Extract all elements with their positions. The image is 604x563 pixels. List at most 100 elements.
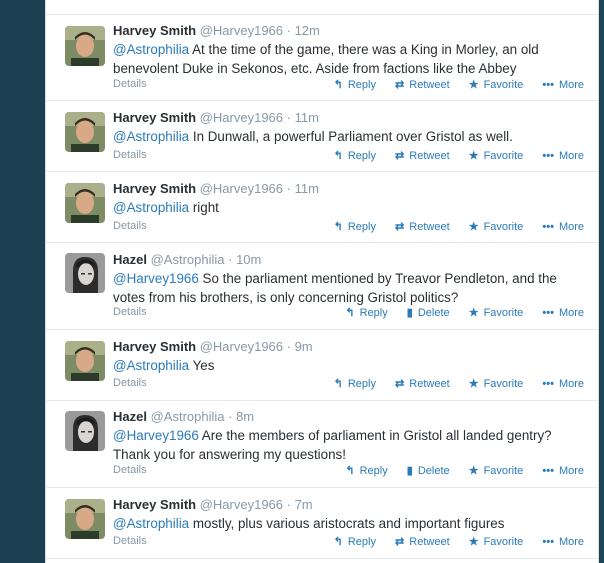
author-name[interactable]: Hazel	[113, 409, 147, 424]
favorite-button[interactable]: ★ Favorite	[469, 149, 524, 162]
avatar[interactable]	[65, 112, 105, 152]
tweet[interactable]: Hazel @Astrophilia · 8m @Harvey1966 Are …	[46, 401, 598, 488]
tweet-header: Harvey Smith @Harvey1966 · 7m	[113, 497, 586, 513]
reply-button[interactable]: ↰ Reply	[334, 377, 376, 390]
reply-arrow-icon: ↰	[333, 221, 343, 233]
author-handle[interactable]: @Harvey1966	[200, 110, 283, 125]
favorite-button[interactable]: ★ Favorite	[469, 220, 524, 233]
details-link[interactable]: Details	[113, 306, 147, 318]
avatar[interactable]	[65, 253, 105, 293]
author-name[interactable]: Harvey Smith	[113, 497, 196, 512]
mention-link[interactable]: @Astrophilia	[113, 516, 189, 531]
more-button[interactable]: ••• More	[542, 307, 584, 319]
details-link[interactable]: Details	[113, 377, 147, 389]
mention-link[interactable]: @Astrophilia	[113, 129, 189, 144]
author-name[interactable]: Harvey Smith	[113, 181, 196, 196]
tweet-actions: ↰ Reply ⇄ Retweet ★ Favorite ••• More	[318, 377, 584, 390]
more-button[interactable]: ••• More	[542, 465, 584, 477]
tweet[interactable]: Harvey Smith @Harvey1966 · 9m @Astrophil…	[46, 330, 598, 401]
tweet[interactable]: Harvey Smith @Harvey1966 · 7m @Astrophil…	[46, 488, 598, 559]
more-button[interactable]: ••• More	[542, 221, 584, 233]
avatar[interactable]	[65, 499, 105, 539]
timestamp[interactable]: · 11m	[287, 110, 319, 125]
author-handle[interactable]: @Harvey1966	[200, 497, 283, 512]
avatar[interactable]	[65, 341, 105, 381]
retweet-icon: ⇄	[395, 536, 405, 548]
avatar-harvey-image	[65, 183, 105, 223]
tweet-actions: ↰ Reply ⇄ Retweet ★ Favorite ••• More	[318, 220, 584, 233]
mention-link[interactable]: @Harvey1966	[113, 428, 199, 443]
avatar[interactable]	[65, 26, 105, 66]
tweet[interactable]: Harvey Smith @Harvey1966 · 11m @Astrophi…	[46, 101, 598, 172]
ellipsis-icon: •••	[542, 536, 554, 548]
reply-button[interactable]: ↰ Reply	[334, 535, 376, 548]
timestamp[interactable]: · 12m	[287, 23, 320, 38]
star-icon: ★	[468, 221, 479, 233]
timestamp[interactable]: · 8m	[228, 409, 254, 424]
author-name[interactable]: Harvey Smith	[113, 110, 196, 125]
more-button[interactable]: ••• More	[542, 79, 584, 91]
tweet[interactable]: Harvey Smith @Harvey1966 · 11m @Astrophi…	[46, 172, 598, 243]
favorite-button[interactable]: ★ Favorite	[469, 306, 524, 319]
trash-icon: ▮	[406, 465, 413, 477]
tweet-text: @Astrophilia Yes	[113, 358, 215, 373]
mention-link[interactable]: @Harvey1966	[113, 271, 199, 286]
author-handle[interactable]: @Harvey1966	[200, 339, 283, 354]
retweet-button[interactable]: ⇄ Retweet	[395, 149, 450, 162]
delete-button[interactable]: ▮ Delete	[407, 464, 450, 477]
details-link[interactable]: Details	[113, 220, 147, 232]
reply-button[interactable]: ↰ Reply	[345, 306, 387, 319]
timestamp[interactable]: · 9m	[287, 339, 313, 354]
tweet-actions: ↰ Reply ⇄ Retweet ★ Favorite ••• More	[318, 535, 584, 548]
retweet-button[interactable]: ⇄ Retweet	[395, 377, 450, 390]
reply-button[interactable]: ↰ Reply	[334, 149, 376, 162]
author-handle[interactable]: @Harvey1966	[200, 23, 283, 38]
tweet-header: Hazel @Astrophilia · 10m	[113, 252, 586, 268]
details-link[interactable]: Details	[113, 78, 147, 90]
ellipsis-icon: •••	[542, 465, 554, 477]
author-name[interactable]: Harvey Smith	[113, 339, 196, 354]
retweet-button[interactable]: ⇄ Retweet	[395, 220, 450, 233]
favorite-button[interactable]: ★ Favorite	[469, 377, 524, 390]
avatar-harvey-image	[65, 26, 105, 66]
reply-arrow-icon: ↰	[333, 536, 343, 548]
reply-button[interactable]: ↰ Reply	[345, 464, 387, 477]
author-name[interactable]: Hazel	[113, 252, 147, 267]
mention-link[interactable]: @Astrophilia	[113, 42, 189, 57]
timestamp[interactable]: · 7m	[287, 497, 313, 512]
tweet-header: Harvey Smith @Harvey1966 · 12m	[113, 23, 586, 39]
mention-link[interactable]: @Astrophilia	[113, 200, 189, 215]
star-icon: ★	[468, 378, 479, 390]
avatar-hazel-image	[65, 253, 105, 293]
reply-button[interactable]: ↰ Reply	[334, 220, 376, 233]
author-handle[interactable]: @Harvey1966	[200, 181, 283, 196]
mention-link[interactable]: @Astrophilia	[113, 358, 189, 373]
tweet[interactable]: Harvey Smith @Harvey1966 · 12m @Astrophi…	[46, 15, 598, 101]
avatar[interactable]	[65, 183, 105, 223]
delete-button[interactable]: ▮ Delete	[407, 306, 450, 319]
favorite-button[interactable]: ★ Favorite	[469, 535, 524, 548]
reply-arrow-icon: ↰	[333, 150, 343, 162]
more-button[interactable]: ••• More	[542, 378, 584, 390]
tweet[interactable]: Hazel @Astrophilia · 10m @Harvey1966 So …	[46, 243, 598, 330]
details-link[interactable]: Details	[113, 535, 147, 547]
author-handle[interactable]: @Astrophilia	[151, 252, 225, 267]
author-name[interactable]: Harvey Smith	[113, 23, 196, 38]
reply-button[interactable]: ↰ Reply	[334, 78, 376, 91]
timestamp[interactable]: · 11m	[287, 181, 319, 196]
avatar-harvey-image	[65, 499, 105, 539]
tweet-text: @Harvey1966 Are the members of parliamen…	[113, 428, 552, 462]
avatar[interactable]	[65, 411, 105, 451]
more-button[interactable]: ••• More	[542, 536, 584, 548]
tweet-text: @Astrophilia right	[113, 200, 219, 215]
star-icon: ★	[468, 79, 479, 91]
details-link[interactable]: Details	[113, 464, 147, 476]
details-link[interactable]: Details	[113, 149, 147, 161]
timestamp[interactable]: · 10m	[228, 252, 261, 267]
favorite-button[interactable]: ★ Favorite	[469, 78, 524, 91]
retweet-button[interactable]: ⇄ Retweet	[395, 535, 450, 548]
author-handle[interactable]: @Astrophilia	[151, 409, 225, 424]
retweet-button[interactable]: ⇄ Retweet	[395, 78, 450, 91]
more-button[interactable]: ••• More	[542, 150, 584, 162]
favorite-button[interactable]: ★ Favorite	[469, 464, 524, 477]
